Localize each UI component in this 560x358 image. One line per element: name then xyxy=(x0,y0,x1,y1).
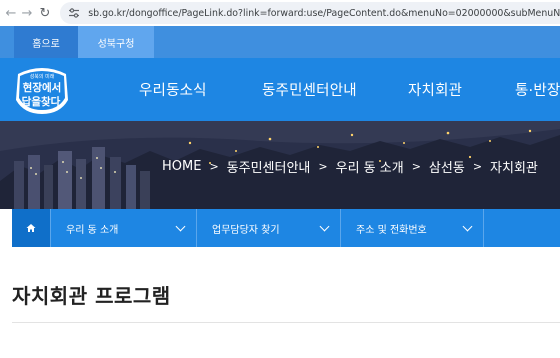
breadcrumb-current: 자치회관 xyxy=(490,160,538,176)
chevron-right-icon: > xyxy=(318,159,328,173)
gnb-item-news[interactable]: 우리동소식 xyxy=(139,58,207,121)
chevron-down-icon xyxy=(462,221,473,232)
chevron-right-icon: > xyxy=(472,159,483,173)
browser-toolbar: ← → ↻ sb.go.kr/dongoffice/PageLink.do?li… xyxy=(0,0,560,26)
subnav-dong-intro-label: 우리 동 소개 xyxy=(66,224,119,236)
subnav-address-phone-label: 주소 및 전화번호 xyxy=(356,224,427,236)
logo-small-text: 성북의 미래 xyxy=(30,73,55,80)
logo-line-2: 답을찾다 xyxy=(22,95,61,108)
gnb-item-tong-ban[interactable]: 통·반장 xyxy=(515,58,560,121)
home-icon[interactable] xyxy=(12,209,50,247)
title-divider xyxy=(12,322,560,323)
breadcrumb-samseon[interactable]: 삼선동 xyxy=(429,157,465,176)
breadcrumb-center-info[interactable]: 동주민센터안내 xyxy=(227,157,311,176)
reload-icon[interactable]: ↻ xyxy=(34,2,56,24)
chevron-right-icon: > xyxy=(411,159,421,173)
chevron-down-icon xyxy=(175,221,186,232)
breadcrumb: HOME > 동주민센터안내 > 우리 동 소개 > 삼선동 > 자치회관 xyxy=(162,157,538,176)
subnav-staff-search[interactable]: 업무담당자 찾기 xyxy=(196,209,340,247)
district-office-link[interactable]: 성북구청 xyxy=(78,26,154,58)
url-text: sb.go.kr/dongoffice/PageLink.do?link=for… xyxy=(88,7,560,19)
site-settings-icon[interactable] xyxy=(68,6,80,20)
gnb-item-center-info[interactable]: 동주민센터안내 xyxy=(262,58,357,121)
subnav-staff-search-label: 업무담당자 찾기 xyxy=(212,224,280,236)
subnav-address-phone[interactable]: 주소 및 전화번호 xyxy=(340,209,484,247)
site-logo[interactable]: 성북의 미래 현장에서 답을찾다 xyxy=(12,64,72,116)
chevron-down-icon xyxy=(319,221,330,232)
address-bar[interactable]: sb.go.kr/dongoffice/PageLink.do?link=for… xyxy=(60,2,560,24)
breadcrumb-dong-intro[interactable]: 우리 동 소개 xyxy=(336,157,404,176)
gnb-item-community-center[interactable]: 자치회관 xyxy=(408,58,462,121)
logo-line-1: 현장에서 xyxy=(23,81,62,94)
home-link[interactable]: 홈으로 xyxy=(14,26,78,58)
page-title: 자치회관 프로그램 xyxy=(12,284,171,308)
subnav-dong-intro[interactable]: 우리 동 소개 xyxy=(50,209,196,247)
breadcrumb-home[interactable]: HOME xyxy=(162,159,201,174)
chevron-right-icon: > xyxy=(209,159,219,173)
